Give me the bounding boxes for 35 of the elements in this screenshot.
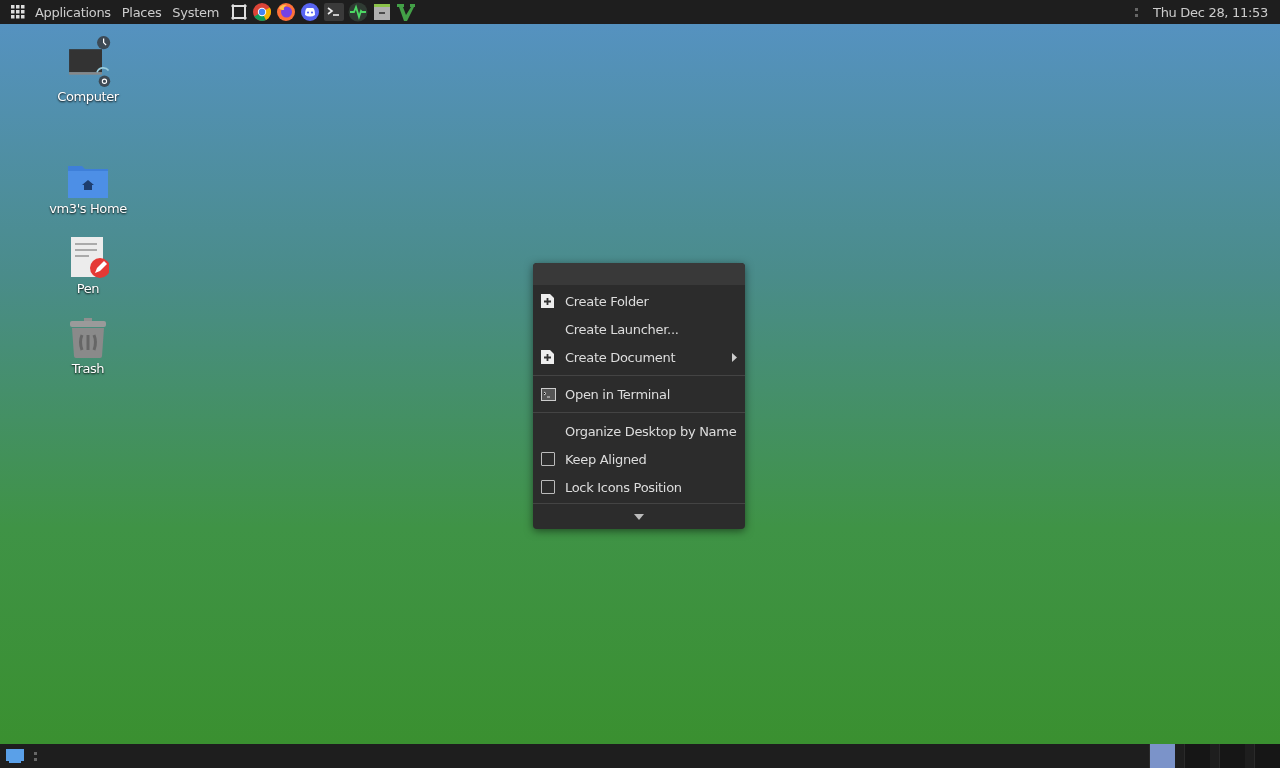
panel-menu[interactable]: Places	[117, 4, 169, 20]
folder-plus-icon	[541, 294, 554, 308]
fox-browser-icon[interactable]	[276, 2, 297, 22]
desktop-icon-label[interactable]: Computer	[57, 89, 119, 104]
panel-menu[interactable]: System	[168, 4, 227, 20]
desktop-icon-label[interactable]: Trash	[71, 361, 105, 376]
desktop-icon-label[interactable]: vm3's Home	[49, 201, 127, 216]
workspace[interactable]	[1149, 744, 1175, 768]
screenshot-icon[interactable]	[230, 3, 249, 21]
scroll-down-icon[interactable]	[634, 513, 644, 520]
menu-item[interactable]: Create Launcher...	[533, 315, 745, 343]
browser-icon[interactable]	[252, 2, 273, 22]
checkbox[interactable]	[541, 452, 555, 466]
clock[interactable]: Thu Dec 28, 11:53	[1153, 4, 1268, 20]
menu-item[interactable]: Lock Icons Position	[533, 473, 745, 501]
app-grid-icon[interactable]	[11, 5, 25, 19]
panel-handle-icon	[1135, 7, 1138, 17]
home-folder-icon[interactable]	[67, 163, 109, 199]
terminal-icon	[541, 387, 556, 401]
menu-item[interactable]: Keep Aligned	[533, 445, 745, 473]
checkbox[interactable]	[541, 480, 555, 494]
menu-item[interactable]: Organize Desktop by Name	[533, 417, 745, 445]
menu-item[interactable]: Open in Terminal	[533, 380, 745, 408]
vim-icon[interactable]	[396, 2, 417, 22]
activity-monitor-icon[interactable]	[348, 2, 369, 22]
desktop-icon-label[interactable]: Pen	[76, 281, 100, 296]
document-plus-icon	[541, 350, 554, 364]
terminal-icon[interactable]	[324, 3, 345, 21]
panel-handle-icon	[34, 751, 37, 761]
chat-icon[interactable]	[300, 2, 321, 22]
menu-item[interactable]: Create Folder	[533, 287, 745, 315]
file-cabinet-icon[interactable]	[372, 2, 393, 22]
panel-menu[interactable]: Applications	[31, 4, 118, 20]
show-desktop-icon[interactable]	[5, 748, 25, 764]
menu-item[interactable]: Create Document	[533, 343, 745, 371]
